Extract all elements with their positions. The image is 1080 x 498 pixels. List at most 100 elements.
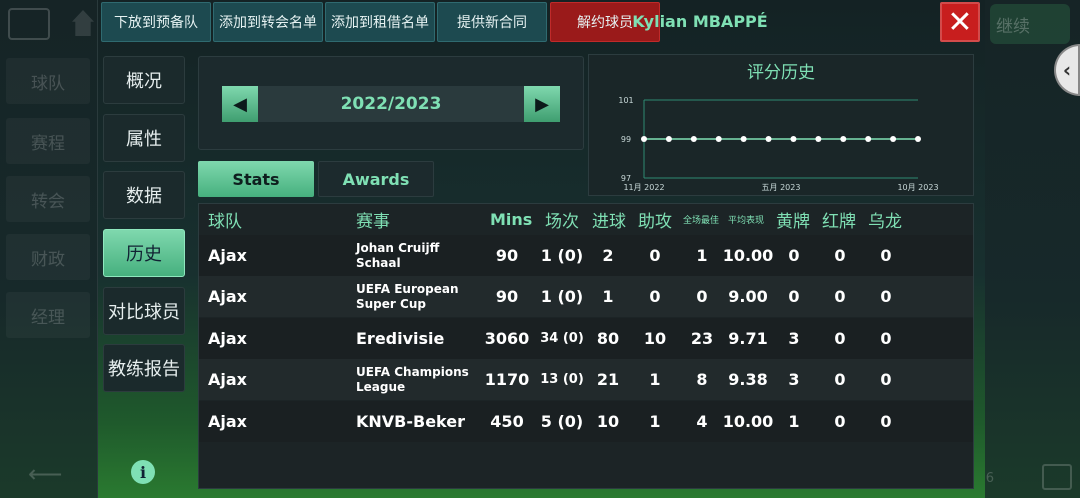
cell-avg: 9.71 [728,329,768,348]
cell-og: 0 [880,370,892,389]
data-point [915,136,921,142]
table-row [199,401,973,442]
header-assists: 助攻 [638,211,672,232]
cell-apps: 13 (0) [540,372,584,387]
y-tick-label: 99 [621,135,631,144]
cell-motm: 4 [696,412,708,431]
data-point [890,136,897,142]
data-point [740,136,747,142]
info-icon[interactable]: i [131,460,155,484]
cell-red: 0 [834,370,846,389]
cell-yellow: 3 [788,329,800,348]
cell-yellow: 1 [788,412,800,431]
bg-sidebar-item: 赛程 [6,118,90,164]
header-motm: 全场最佳 [683,215,720,226]
table-row [199,359,973,400]
cell-competition: Johan Cruijff Schaal [356,240,440,270]
reserve-button[interactable]: 下放到预备队 [101,2,211,42]
cell-motm: 23 [690,329,714,348]
nav-history[interactable]: 历史 [103,229,185,277]
data-point [690,136,697,142]
cell-team: Ajax [208,287,247,306]
cell-yellow: 3 [788,370,800,389]
loan-list-button[interactable]: 添加到租借名单 [325,2,435,42]
cell-red: 0 [834,287,846,306]
data-point [765,136,772,142]
header-competition: 赛事 [356,211,390,232]
season-label: 2022/2023 [340,94,442,114]
cell-goals: 2 [602,246,614,265]
cell-apps: 34 (0) [540,331,584,346]
cell-mins: 90 [495,246,519,265]
cell-team: Ajax [208,370,247,389]
chart-title: 评分历史 [747,63,815,83]
next-season-icon[interactable]: ▶ [524,86,560,122]
nav-data[interactable]: 数据 [103,171,185,219]
y-tick-label: 101 [618,96,633,105]
header-avg: 平均表现 [728,215,765,226]
close-icon[interactable]: ✕ [940,2,980,42]
cell-og: 0 [880,412,892,431]
transfer-list-button[interactable]: 添加到转会名单 [213,2,323,42]
table-row [199,318,973,359]
cell-yellow: 0 [788,287,800,306]
cell-mins: 450 [490,412,524,431]
header-yellow: 黄牌 [776,211,810,232]
cell-competition: UEFA European Super Cup [356,281,459,311]
cell-team: Ajax [208,246,247,265]
cell-og: 0 [880,287,892,306]
save-icon [1042,464,1072,490]
cell-og: 0 [880,246,892,265]
header-og: 乌龙 [868,211,902,232]
bg-sidebar-item: 转会 [6,176,90,222]
cell-avg: 10.00 [722,412,774,431]
cell-yellow: 0 [788,246,800,265]
header-red: 红牌 [822,211,856,232]
cell-competition: Eredivisie [356,329,445,348]
cell-competition: KNVB-Beker [356,412,466,431]
cell-apps: 5 (0) [540,412,584,431]
cell-competition: UEFA Champions League [356,364,469,394]
cell-og: 0 [880,329,892,348]
x-tick-label: 11月 2022 [623,183,664,192]
y-tick-label: 97 [621,174,631,183]
bg-sidebar-item: 经理 [6,292,90,338]
data-point [840,136,847,142]
header-goals: 进球 [592,211,626,232]
new-contract-button[interactable]: 提供新合同 [437,2,547,42]
table-row [199,276,973,317]
cell-goals: 1 [602,287,614,306]
cell-team: Ajax [208,412,247,431]
data-point [641,136,647,142]
cell-assists: 1 [649,412,661,431]
cell-assists: 10 [643,329,667,348]
cell-avg: 9.38 [728,370,768,389]
cell-avg: 10.00 [722,246,774,265]
prev-season-icon[interactable]: ◀ [222,86,258,122]
bg-sidebar-item: 球队 [6,58,90,104]
header-apps: 场次 [545,211,579,232]
nav-overview[interactable]: 概况 [103,56,185,104]
cell-assists: 0 [649,246,661,265]
cell-assists: 1 [649,370,661,389]
nav-attributes[interactable]: 属性 [103,114,185,162]
data-point [815,136,822,142]
cell-motm: 0 [696,287,708,306]
cell-mins: 1170 [484,370,530,389]
cell-avg: 9.00 [728,287,768,306]
cell-red: 0 [834,329,846,348]
nav-coach-report[interactable]: 教练报告 [103,344,185,392]
nav-compare[interactable]: 对比球员 [103,287,185,335]
table-row [199,235,973,276]
cell-apps: 1 (0) [540,246,584,265]
cell-assists: 0 [649,287,661,306]
cell-mins: 90 [495,287,519,306]
data-point [665,136,672,142]
cell-red: 0 [834,246,846,265]
cell-red: 0 [834,412,846,431]
cell-goals: 10 [596,412,620,431]
cell-team: Ajax [208,329,247,348]
tab-stats[interactable]: Stats [198,161,314,197]
menu-icon [8,8,50,40]
tab-awards[interactable]: Awards [318,161,434,197]
